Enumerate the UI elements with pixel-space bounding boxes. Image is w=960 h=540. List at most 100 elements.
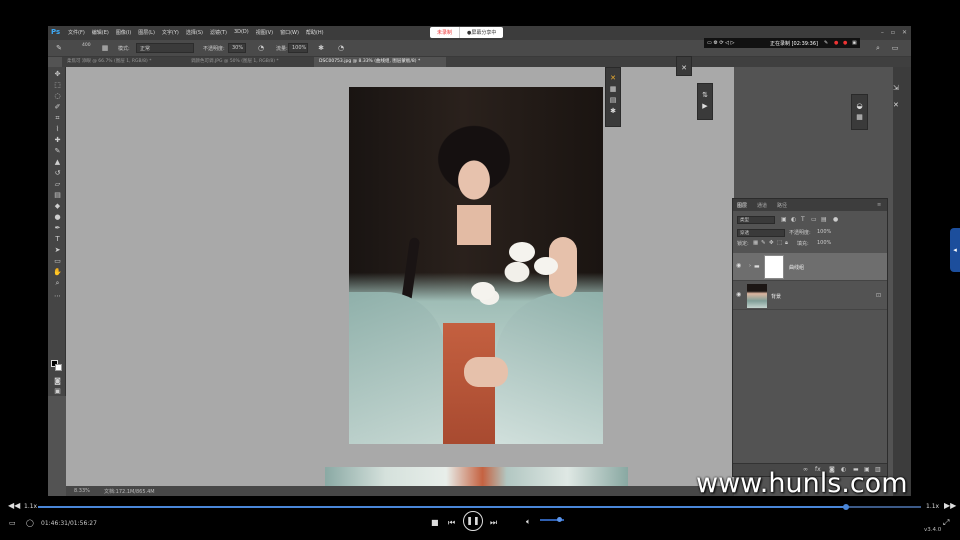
tab-document-1[interactable]: 柔焦可 添眼 @ 66.7% (图层 1, RGB/8) * bbox=[62, 57, 182, 67]
menu-layer[interactable]: 图层(L) bbox=[138, 29, 155, 36]
group-expand-icon[interactable]: › bbox=[749, 263, 751, 269]
volume-slider[interactable] bbox=[540, 517, 564, 522]
airbrush-icon[interactable]: ✱ bbox=[316, 43, 326, 53]
hand-tool-icon[interactable]: ✋ bbox=[53, 268, 62, 277]
menu-edit[interactable]: 编辑(E) bbox=[92, 29, 109, 36]
tab-document-3[interactable]: DSC00753.jpg @ 8.33% (曲线组, 图层蒙板/8) * bbox=[314, 57, 446, 67]
blend-mode-select[interactable]: 穿透 bbox=[737, 229, 785, 237]
side-expand-tab[interactable]: ◂ bbox=[950, 228, 960, 272]
filter-adjustment-icon[interactable]: ◐ bbox=[791, 216, 796, 223]
menu-image[interactable]: 图像(I) bbox=[116, 29, 131, 36]
menu-file[interactable]: 文件(F) bbox=[68, 29, 85, 36]
background-color-swatch[interactable] bbox=[55, 364, 62, 371]
eyedropper-tool-icon[interactable]: ⌇ bbox=[53, 125, 62, 134]
recorder-icons[interactable]: ▭ ⚙ ⟳ ◁ ▷ bbox=[707, 40, 734, 46]
next-icon[interactable]: ⏭︎ bbox=[490, 518, 497, 528]
menu-view[interactable]: 视图(V) bbox=[256, 29, 273, 36]
mode-select[interactable]: 正常 bbox=[136, 43, 194, 53]
brush-settings-icon[interactable]: ▦ bbox=[606, 84, 620, 95]
stamp-tool-icon[interactable]: ▲ bbox=[53, 158, 62, 167]
crop-tool-icon[interactable]: ⌗ bbox=[53, 114, 62, 123]
loop-icon[interactable]: ◯ bbox=[26, 519, 34, 527]
lock-all-icon[interactable]: 🔒︎ bbox=[785, 240, 788, 247]
filter-toggle-icon[interactable]: ● bbox=[833, 216, 838, 223]
actions-play-icon[interactable]: ▶ bbox=[698, 101, 712, 112]
brush-tool-icon[interactable]: ✎ bbox=[54, 43, 64, 53]
dock-close-icon[interactable]: ✕ bbox=[893, 100, 911, 111]
layer-name[interactable]: 背景 bbox=[771, 293, 781, 300]
fast-forward-icon[interactable]: ▶▶ bbox=[944, 501, 956, 510]
fullscreen-icon[interactable]: ⤢ bbox=[943, 518, 949, 528]
record-dot-icon[interactable]: ● bbox=[834, 40, 838, 46]
healing-tool-icon[interactable]: ✚ bbox=[53, 136, 62, 145]
progress-handle[interactable] bbox=[842, 504, 849, 510]
minimize-icon[interactable]: – bbox=[881, 29, 884, 36]
volume-handle[interactable] bbox=[557, 517, 563, 522]
lock-position-icon[interactable]: ✥ bbox=[769, 240, 774, 246]
visibility-eye-icon[interactable]: ◉ bbox=[736, 262, 744, 270]
layer-opacity-value[interactable]: 100% bbox=[817, 229, 831, 235]
recording-status-button[interactable]: 未录制 bbox=[430, 27, 459, 38]
lock-brush-icon[interactable]: ✎ bbox=[761, 240, 766, 246]
zoom-level[interactable]: 8.33% bbox=[74, 488, 90, 494]
layer-mask-thumbnail[interactable] bbox=[764, 255, 784, 279]
pressure-size-icon[interactable]: ◔ bbox=[336, 43, 346, 53]
pressure-opacity-icon[interactable]: ◔ bbox=[256, 43, 266, 53]
pause-button[interactable]: ❚❚ bbox=[463, 511, 483, 531]
stop-icon[interactable]: ■ bbox=[431, 518, 439, 527]
marquee-tool-icon[interactable]: ⬚ bbox=[53, 81, 62, 90]
search-icon[interactable]: ⌕ bbox=[873, 43, 883, 53]
eraser-tool-icon[interactable]: ▱ bbox=[53, 180, 62, 189]
maximize-icon[interactable]: ▫ bbox=[891, 29, 895, 36]
screen-mode-icon[interactable]: ▣ bbox=[53, 387, 62, 396]
rewind-icon[interactable]: ◀◀ bbox=[8, 501, 20, 510]
filter-shape-icon[interactable]: ▭ bbox=[811, 216, 817, 223]
photo-bottom-strip[interactable] bbox=[325, 467, 628, 486]
layer-name[interactable]: 曲线组 bbox=[789, 264, 804, 271]
collapse-arrows-icon[interactable]: ⇲ bbox=[893, 83, 911, 94]
workspace-icon[interactable]: ▭ bbox=[890, 43, 900, 53]
tab-document-2[interactable]: 调颜色可调.JPG @ 50% (图层 1, RGB/8) * bbox=[186, 57, 310, 67]
menu-help[interactable]: 帮助(H) bbox=[306, 29, 324, 36]
panel-menu-icon[interactable]: ≡ bbox=[877, 202, 881, 208]
menu-select[interactable]: 选择(S) bbox=[186, 29, 203, 36]
layer-filter-select[interactable]: 类型 bbox=[737, 216, 775, 224]
move-tool-icon[interactable]: ✥ bbox=[53, 70, 62, 79]
brush-size-value[interactable]: 400 bbox=[82, 43, 91, 48]
clone-source-icon[interactable]: ✱ bbox=[606, 106, 620, 117]
brush-panel-icon[interactable]: ▦ bbox=[100, 43, 110, 53]
playlist-icon[interactable]: ▭ bbox=[9, 519, 16, 527]
filter-type-icon[interactable]: T bbox=[801, 216, 805, 223]
shape-tool-icon[interactable]: ▭ bbox=[53, 257, 62, 266]
fill-value[interactable]: 100% bbox=[817, 240, 831, 246]
canvas-area[interactable]: ✕ ▦ ▤ ✱ ⇅ ▶ ✕ bbox=[66, 56, 734, 486]
brush-tool-icon[interactable]: ✎ bbox=[53, 147, 62, 156]
stop-dot-icon[interactable]: ● bbox=[843, 40, 847, 46]
close-cross-icon[interactable]: ✕ bbox=[677, 63, 691, 74]
opacity-input[interactable]: 30% bbox=[228, 43, 246, 53]
filter-pixel-icon[interactable]: ▣ bbox=[781, 216, 787, 223]
tool-preset-icon[interactable]: ✕ bbox=[606, 73, 620, 84]
lasso-tool-icon[interactable]: ◌ bbox=[53, 92, 62, 101]
filter-smart-icon[interactable]: ▤ bbox=[821, 216, 827, 223]
more-tools-icon[interactable]: ⋯ bbox=[53, 292, 62, 301]
layer-item-background[interactable]: ◉ 背景 ⊡ bbox=[733, 282, 887, 310]
tab-layers[interactable]: 图层 bbox=[737, 202, 747, 209]
adjustments-icon[interactable]: ◒ bbox=[852, 101, 867, 112]
progress-bar[interactable] bbox=[38, 504, 921, 510]
quick-select-tool-icon[interactable]: ✐ bbox=[53, 103, 62, 112]
zoom-tool-icon[interactable]: ⌕ bbox=[53, 279, 62, 288]
camera-icon[interactable]: ▣ bbox=[852, 40, 857, 46]
menu-window[interactable]: 窗口(W) bbox=[280, 29, 299, 36]
gradient-tool-icon[interactable]: ▤ bbox=[53, 191, 62, 200]
previous-icon[interactable]: ⏮︎ bbox=[448, 518, 455, 528]
menu-3d[interactable]: 3D(D) bbox=[234, 29, 249, 36]
history-brush-tool-icon[interactable]: ↺ bbox=[53, 169, 62, 178]
pen-tool-icon[interactable]: ✒ bbox=[53, 224, 62, 233]
flow-input[interactable]: 100% bbox=[288, 43, 308, 53]
lock-artboard-icon[interactable]: ⬚ bbox=[777, 240, 782, 246]
dodge-tool-icon[interactable]: ● bbox=[53, 213, 62, 222]
type-tool-icon[interactable]: T bbox=[53, 235, 62, 244]
brush-presets-icon[interactable]: ▤ bbox=[606, 95, 620, 106]
lock-pixels-icon[interactable]: ▦ bbox=[753, 240, 758, 246]
